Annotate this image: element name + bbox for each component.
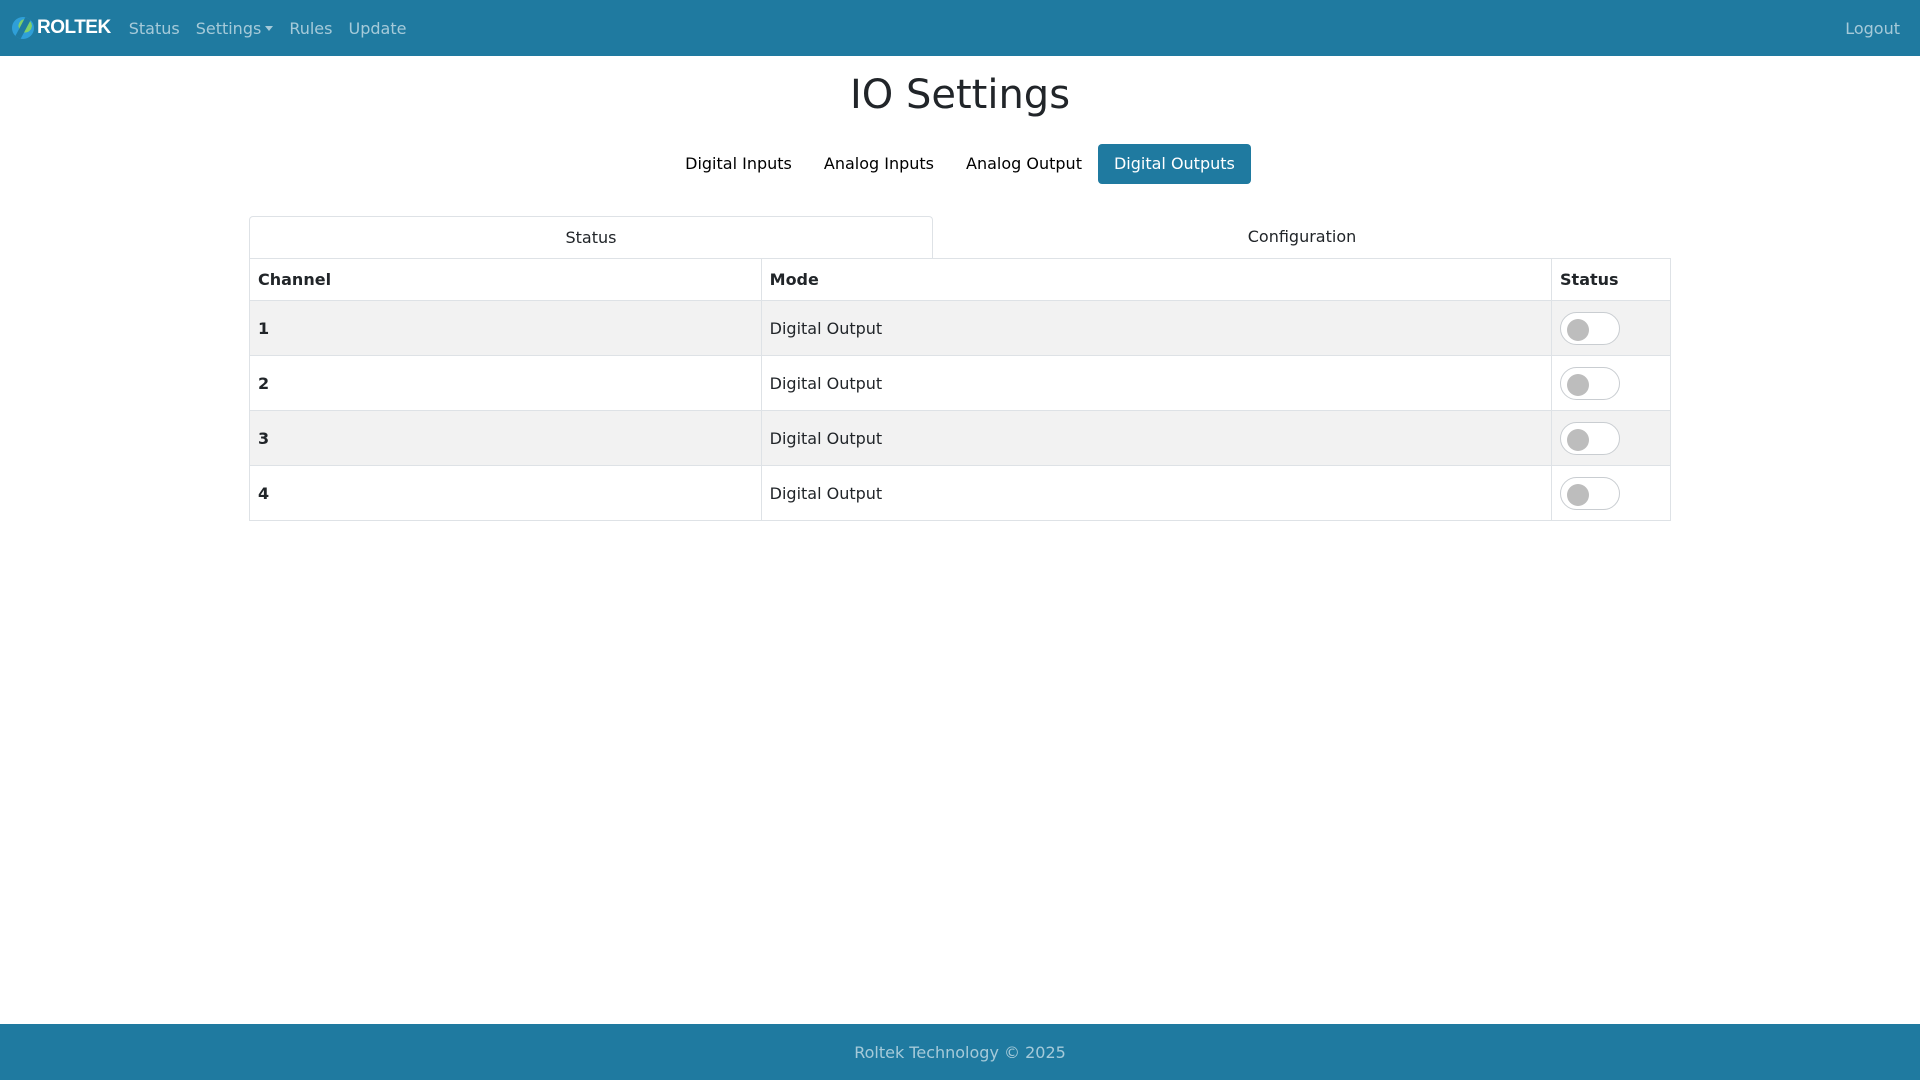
caret-down-icon: [265, 25, 274, 31]
output-toggle-switch[interactable]: [1560, 311, 1621, 345]
mode-cell: Digital Output: [760, 465, 1553, 521]
status-cell: [1551, 300, 1671, 356]
table-row: 3 Digital Output: [249, 410, 1671, 466]
channel-cell: 2: [249, 355, 762, 411]
pill-analog-output[interactable]: Analog Output: [950, 144, 1098, 184]
toggle-knob: [1567, 483, 1590, 506]
status-cell: [1551, 410, 1671, 466]
pill-digital-inputs[interactable]: Digital Inputs: [669, 144, 808, 184]
toggle-knob: [1567, 428, 1590, 451]
nav-links: Status Settings Rules Update: [121, 19, 415, 38]
mode-cell: Digital Output: [760, 300, 1553, 356]
output-toggle-switch[interactable]: [1560, 421, 1621, 455]
header-mode: Mode: [760, 258, 1553, 301]
pill-analog-inputs[interactable]: Analog Inputs: [808, 144, 950, 184]
output-toggle-switch[interactable]: [1560, 366, 1621, 400]
tab-status[interactable]: Status: [249, 216, 933, 259]
channel-cell: 3: [249, 410, 762, 466]
toggle-knob: [1567, 318, 1590, 341]
nav-link-settings-label: Settings: [195, 18, 262, 38]
brand-link[interactable]: ROLTEK: [12, 0, 111, 56]
nav-link-rules[interactable]: Rules: [281, 19, 340, 38]
toggle-knob: [1567, 373, 1590, 396]
header-channel: Channel: [249, 258, 762, 301]
brand-name: ROLTEK: [37, 17, 111, 38]
table-row: 2 Digital Output: [249, 355, 1671, 411]
top-navbar: ROLTEK Status Settings Rules Update Logo…: [0, 0, 1920, 56]
table-header-row: Channel Mode Status: [249, 258, 1671, 301]
table-row: 4 Digital Output: [249, 465, 1671, 521]
status-cell: [1551, 355, 1671, 411]
footer-copyright: Roltek Technology © 2025: [854, 1042, 1066, 1062]
channel-cell: 1: [249, 300, 762, 356]
mode-cell: Digital Output: [760, 355, 1553, 411]
pill-digital-outputs[interactable]: Digital Outputs: [1097, 144, 1251, 184]
tab-configuration[interactable]: Configuration: [933, 216, 1671, 259]
io-type-pills: Digital Inputs Analog Inputs Analog Outp…: [0, 144, 1920, 184]
roltek-logo-icon: [12, 17, 34, 39]
mode-cell: Digital Output: [760, 410, 1553, 466]
channel-cell: 4: [249, 465, 762, 521]
digital-outputs-table: Channel Mode Status 1 Digital Output 2 D…: [249, 258, 1671, 521]
page-title: IO Settings: [849, 72, 1071, 118]
table-row: 1 Digital Output: [249, 300, 1671, 356]
output-toggle-switch[interactable]: [1560, 476, 1621, 510]
nav-link-update[interactable]: Update: [340, 19, 414, 38]
header-status: Status: [1551, 258, 1671, 301]
logout-link[interactable]: Logout: [1845, 0, 1900, 56]
status-cell: [1551, 465, 1671, 521]
status-config-tabs: Status Configuration: [249, 216, 1671, 259]
page-footer: Roltek Technology © 2025: [0, 1024, 1920, 1080]
nav-link-status[interactable]: Status: [121, 19, 188, 38]
nav-link-settings[interactable]: Settings: [188, 19, 282, 38]
